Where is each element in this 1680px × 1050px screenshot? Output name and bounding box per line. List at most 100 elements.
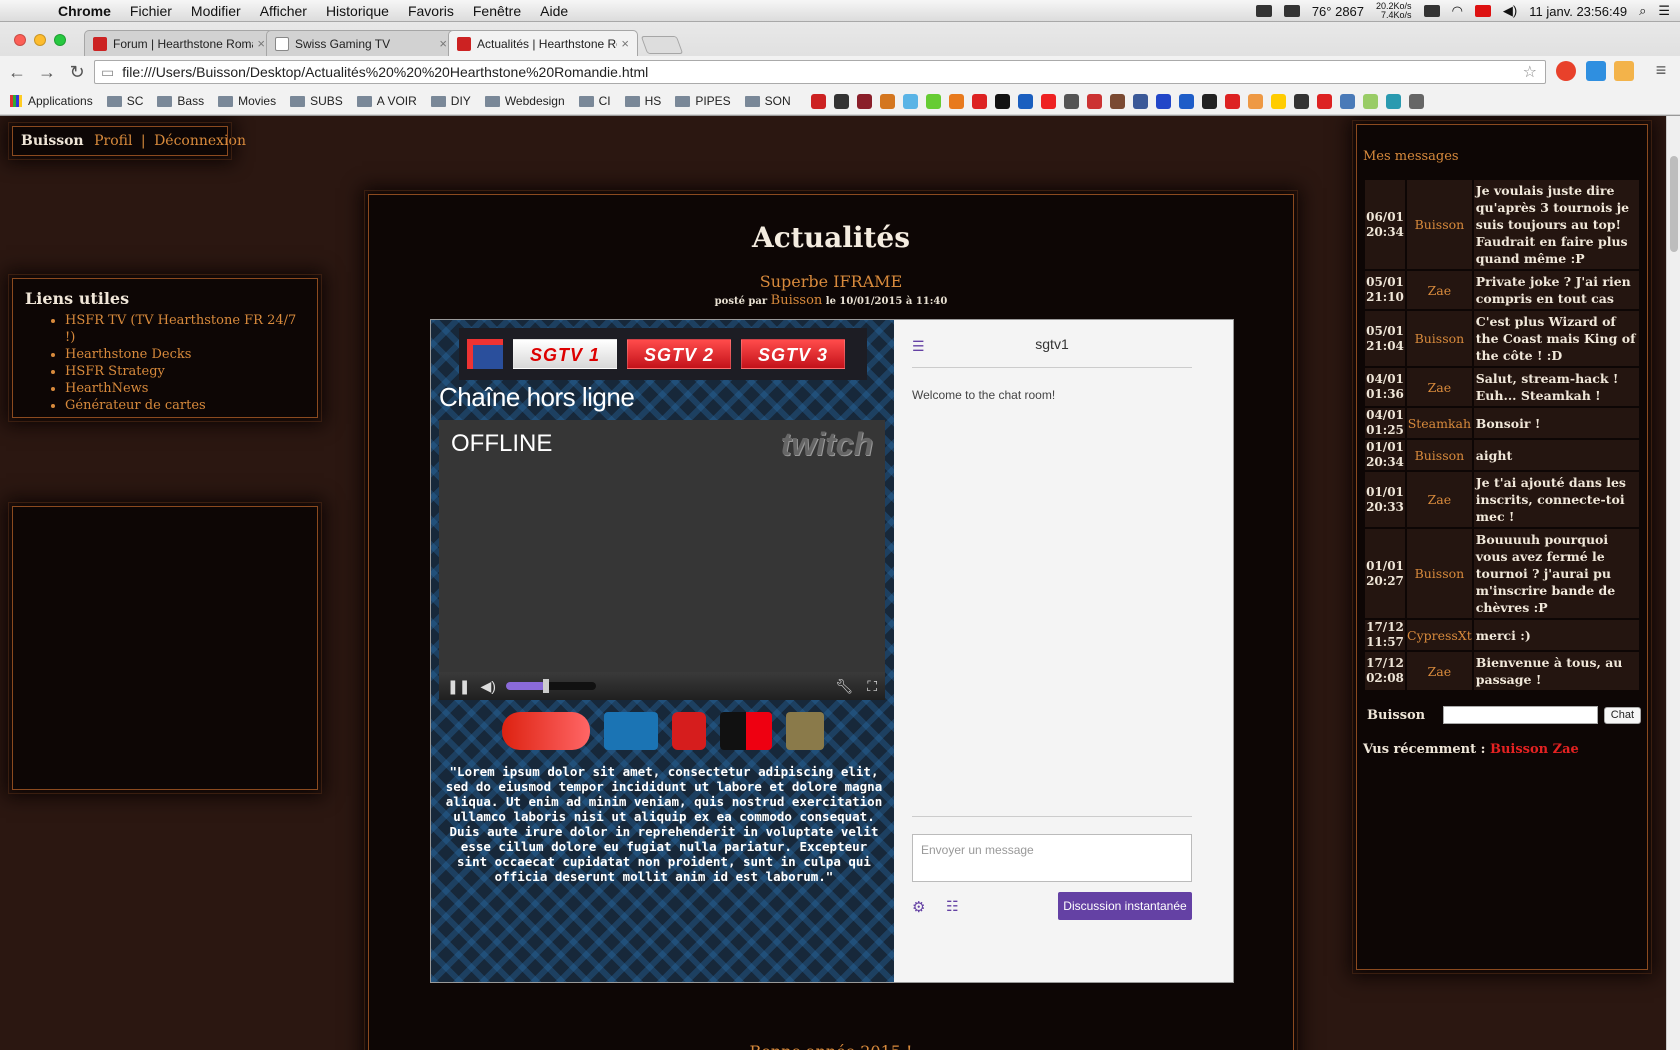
bookmark-site-icon[interactable] (1270, 93, 1286, 109)
channel-button-sgtv3[interactable]: SGTV 3 (741, 339, 845, 369)
bookmark-folder[interactable]: Bass (157, 94, 204, 108)
menu-fenetre[interactable]: Fenêtre (473, 3, 521, 19)
bookmark-folder[interactable]: SON (744, 94, 791, 108)
menu-afficher[interactable]: Afficher (260, 3, 307, 19)
message-author[interactable]: Zae (1407, 368, 1472, 406)
notifications-icon[interactable]: ☰ (1658, 3, 1670, 19)
bookmark-site-icon[interactable] (1247, 93, 1263, 109)
bookmark-site-icon[interactable] (1339, 93, 1355, 109)
bookmark-folder[interactable]: Webdesign (484, 94, 565, 108)
new-tab-button[interactable] (640, 36, 684, 54)
menu-modifier[interactable]: Modifier (191, 3, 241, 19)
bookmark-site-icon[interactable] (1155, 93, 1171, 109)
menu-fichier[interactable]: Fichier (130, 3, 172, 19)
message-author[interactable]: Buisson (1407, 529, 1472, 618)
bookmark-site-icon[interactable] (1385, 93, 1401, 109)
bookmark-site-icon[interactable] (879, 93, 895, 109)
message-author[interactable]: Zae (1407, 652, 1472, 690)
bookmark-site-icon[interactable] (902, 93, 918, 109)
settings-wrench-icon[interactable]: 🔧︎ (835, 678, 853, 695)
bookmark-site-icon[interactable] (925, 93, 941, 109)
page-scrollbar[interactable] (1666, 116, 1680, 1050)
post-author[interactable]: Buisson (771, 293, 823, 308)
link-item[interactable]: Hearthstone Decks (65, 346, 305, 363)
chat-message-input[interactable]: Envoyer un message (912, 834, 1192, 882)
bookmark-site-icon[interactable] (1408, 93, 1424, 109)
bookmark-folder[interactable]: Movies (218, 94, 276, 108)
bookmark-site-icon[interactable] (1109, 93, 1125, 109)
pause-icon[interactable]: ❚❚ (447, 678, 470, 695)
message-author[interactable]: Steamkah (1407, 408, 1472, 438)
volume-handle[interactable] (543, 679, 550, 693)
bookmark-folder[interactable]: A VOIR (356, 94, 417, 108)
bookmark-site-icon[interactable] (1201, 93, 1217, 109)
bookmark-site-icon[interactable] (833, 93, 849, 109)
bookmark-site-icon[interactable] (1086, 93, 1102, 109)
bookmark-site-icon[interactable] (810, 93, 826, 109)
link-item[interactable]: HearthNews (65, 380, 305, 397)
bookmark-site-icon[interactable] (856, 93, 872, 109)
tab-forum[interactable]: Forum | Hearthstone Roma × (84, 30, 274, 56)
adblock-icon[interactable] (1556, 61, 1576, 81)
link-item[interactable]: HSFR Strategy (65, 363, 305, 380)
bookmark-folder[interactable]: HS (624, 94, 661, 108)
shoutbox-input[interactable] (1443, 706, 1598, 724)
menu-aide[interactable]: Aide (540, 3, 568, 19)
link-item[interactable]: Générateur de cartes (65, 397, 305, 414)
bookmark-folder[interactable]: PIPES (675, 94, 731, 108)
message-author[interactable]: Buisson (1407, 311, 1472, 366)
bookmark-site-icon[interactable] (1017, 93, 1033, 109)
recently-seen-users[interactable]: Buisson Zae (1490, 742, 1579, 757)
channel-button-sgtv1[interactable]: SGTV 1 (513, 339, 617, 369)
scrollbar-thumb[interactable] (1670, 156, 1678, 252)
next-post-title[interactable]: Bonne année 2015 ! (369, 1042, 1293, 1050)
menu-historique[interactable]: Historique (326, 3, 389, 19)
chrome-menu-icon[interactable]: ≡ (1648, 60, 1674, 81)
download-icon[interactable] (1586, 61, 1606, 81)
bookmark-folder[interactable]: SUBS (290, 94, 343, 108)
logout-link[interactable]: Déconnexion (154, 133, 246, 149)
message-author[interactable]: Buisson (1407, 440, 1472, 470)
message-author[interactable]: Zae (1407, 472, 1472, 527)
bookmark-star-icon[interactable]: ☆ (1523, 62, 1537, 82)
bookmark-site-icon[interactable] (971, 93, 987, 109)
bookmark-site-icon[interactable] (1362, 93, 1378, 109)
post-title[interactable]: Superbe IFRAME (369, 272, 1293, 291)
clock[interactable]: 11 janv. 23:56:49 (1529, 4, 1627, 19)
temperature-readout[interactable]: 76° 2867 (1312, 4, 1364, 19)
chat-viewers-list-icon[interactable]: ☷ (946, 898, 959, 915)
spotlight-icon[interactable]: ⌕ (1639, 3, 1646, 19)
extension-icon[interactable] (1614, 61, 1634, 81)
bookmark-site-icon[interactable] (1316, 93, 1332, 109)
bookmark-site-icon[interactable] (1178, 93, 1194, 109)
reload-icon[interactable]: ↻ (64, 62, 90, 83)
menu-favoris[interactable]: Favoris (408, 3, 454, 19)
message-author[interactable]: Zae (1407, 271, 1472, 309)
battery-icon[interactable] (1423, 5, 1440, 17)
tab-actualites[interactable]: Actualités | Hearthstone Ro × (448, 30, 638, 56)
address-bar[interactable]: ▭ file:///Users/Buisson/Desktop/Actualit… (94, 60, 1546, 84)
forward-icon[interactable]: → (34, 62, 60, 83)
shoutbox-chat-button[interactable]: Chat (1603, 706, 1641, 724)
bookmark-site-icon[interactable] (1293, 93, 1309, 109)
close-window-button[interactable] (14, 34, 26, 46)
close-tab-icon[interactable]: × (439, 36, 447, 51)
bookmark-folder[interactable]: CI (578, 94, 611, 108)
swiss-flag-icon[interactable] (1474, 5, 1491, 17)
bookmark-site-icon[interactable] (1224, 93, 1240, 109)
tab-swiss-gaming-tv[interactable]: Swiss Gaming TV × (266, 30, 456, 56)
maximize-window-button[interactable] (54, 34, 66, 46)
message-author[interactable]: Buisson (1407, 180, 1472, 269)
channel-button-sgtv2[interactable]: SGTV 2 (627, 339, 731, 369)
network-readout[interactable]: 20.2Ko/s 7.4Ko/s (1376, 2, 1412, 20)
bookmark-folder[interactable]: SC (106, 94, 143, 108)
menu-app[interactable]: Chrome (58, 3, 111, 19)
chat-settings-gear-icon[interactable]: ⚙ (912, 898, 925, 916)
bookmark-applications[interactable]: Applications (10, 94, 93, 108)
minimize-window-button[interactable] (34, 34, 46, 46)
chat-send-button[interactable]: Discussion instantanée (1058, 892, 1192, 920)
volume-icon[interactable]: ◀) (1503, 3, 1517, 19)
close-tab-icon[interactable]: × (621, 36, 629, 51)
fullscreen-icon[interactable]: ⛶ (867, 678, 877, 695)
volume-icon[interactable]: ◀) (480, 678, 495, 695)
